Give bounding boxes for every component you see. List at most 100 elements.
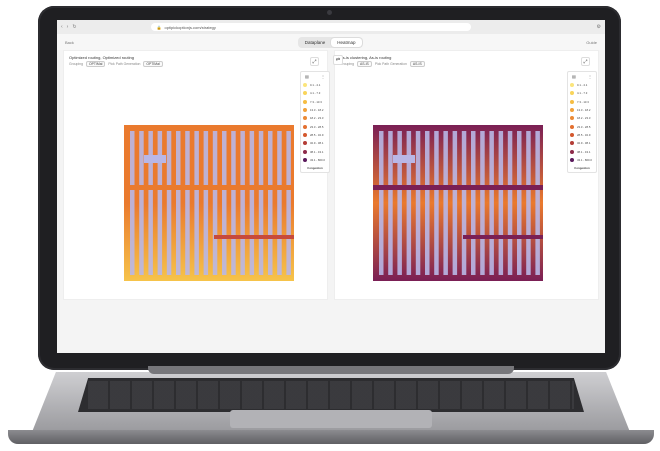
more-icon[interactable]: ⋮ (321, 74, 325, 79)
rack-aisle (203, 131, 209, 275)
legend-item: 7.3 - 13.3 (570, 98, 594, 106)
pick-path-select[interactable]: AS-IS (409, 61, 425, 67)
legend-label: 4.1 - 7.3 (310, 91, 321, 96)
legend-label: 28.5 - 32.9 (577, 132, 591, 137)
legend-item: 23.3 - 28.5 (570, 122, 594, 130)
legend-label: 13.3 - 18.2 (310, 108, 324, 113)
legend-swatch (303, 91, 307, 96)
legend-item: 0.1 - 4.1 (303, 81, 327, 89)
legend-label: 0.1 - 4.1 (577, 83, 588, 88)
legend-item: 28.5 - 32.9 (570, 131, 594, 139)
legend-swatch (303, 99, 307, 104)
legend-item: 23.3 - 28.5 (303, 122, 327, 130)
legend-swatch (570, 157, 574, 162)
legend-item: 0.1 - 4.1 (570, 81, 594, 89)
legend-label: 28.5 - 32.9 (310, 132, 324, 137)
rack-aisle (397, 131, 402, 275)
legend-label: 7.3 - 13.3 (577, 99, 589, 104)
cross-aisle (214, 235, 294, 239)
address-bar[interactable]: 🔒 optipickoptionjs.com/strategy (150, 23, 471, 31)
legend-swatch (303, 124, 307, 129)
rack-aisle (498, 131, 504, 275)
url-text: optipickoptionjs.com/strategy (164, 24, 216, 30)
expand-icon[interactable]: ⤢ (310, 57, 319, 66)
trackpad (230, 410, 432, 428)
legend-item: 18.2 - 23.3 (570, 114, 594, 122)
legend-swatch (303, 116, 307, 121)
legend-item: 32.9 - 38.1 (570, 139, 594, 147)
expand-icon[interactable]: ⤢ (581, 57, 590, 66)
zone-block (144, 155, 166, 163)
legend-swatch (570, 116, 574, 121)
heatmap-right (373, 125, 543, 281)
legend-label: 38.1 - 43.1 (310, 149, 324, 154)
page-footer-space (57, 320, 605, 353)
legend-label: 32.9 - 38.1 (577, 141, 591, 146)
legend: ▤ ⋮ 0.1 - 4.1 4.1 - 7.3 7.3 - 13.3 13.3 - 18… (567, 71, 597, 173)
swap-icon[interactable]: ⇄ (333, 55, 343, 65)
hinge (148, 366, 514, 374)
legend-label: 18.2 - 23.3 (310, 116, 324, 121)
rack-aisle (176, 131, 181, 275)
legend-title: Congestion (307, 165, 323, 170)
legend-title: Congestion (574, 165, 590, 170)
legend-swatch (303, 132, 307, 137)
rack-aisle (185, 131, 190, 275)
settings-icon[interactable]: ⚙ (597, 24, 601, 30)
rack-aisle (139, 131, 144, 275)
legend-item: 32.9 - 38.1 (303, 139, 327, 147)
guide-link[interactable]: Guide (586, 40, 597, 45)
rack-aisle (471, 131, 476, 275)
tab-heatmap[interactable]: Heatmap (331, 37, 362, 47)
legend-label: 13.3 - 18.2 (577, 108, 591, 113)
rack-aisle (148, 131, 153, 275)
more-icon[interactable]: ⋮ (588, 74, 592, 79)
reload-icon[interactable]: ↻ (72, 24, 76, 30)
left-panel: Optimized routing, Optimized routing Gro… (63, 50, 330, 338)
rack-aisle (166, 131, 172, 275)
legend-item: 28.5 - 32.9 (303, 131, 327, 139)
laptop: ‹ › ↻ 🔒 optipickoptionjs.com/strategy ⚙ … (0, 0, 660, 451)
legend-swatch (303, 157, 307, 162)
rack-aisle (258, 131, 264, 275)
view-tabs: Dataplane Heatmap (297, 36, 363, 48)
legend-label: 43.1 - 800.0 (310, 157, 325, 162)
legend-item: 38.1 - 43.1 (570, 147, 594, 155)
rack-aisle (240, 131, 245, 275)
rack-aisle (194, 131, 199, 275)
legend-label: 23.3 - 28.5 (310, 124, 324, 129)
layers-icon[interactable]: ▤ (572, 74, 576, 79)
rack-aisle (268, 131, 273, 275)
grouping-select[interactable]: AS-IS (356, 61, 372, 67)
legend-swatch (570, 124, 574, 129)
tab-dataplane[interactable]: Dataplane (299, 38, 332, 47)
cross-aisle (463, 235, 543, 239)
rack-aisle (517, 131, 522, 275)
rack-aisle (231, 131, 236, 275)
legend-swatch (570, 141, 574, 146)
legend-label: 0.1 - 4.1 (310, 83, 321, 88)
layers-icon[interactable]: ▤ (305, 74, 309, 79)
legend-swatch (570, 83, 574, 88)
grouping-select[interactable]: OPTIMal (85, 61, 106, 67)
panel-title: As-is clustering, As-is routing (340, 55, 392, 60)
legend-label: 4.1 - 7.3 (577, 91, 588, 96)
filter-label: Pick Path Generation (374, 62, 407, 66)
legend-swatch (570, 132, 574, 137)
rack-aisle (526, 131, 531, 275)
rack-aisle (388, 131, 393, 275)
back-link[interactable]: Back (65, 40, 74, 45)
legend-label: 32.9 - 38.1 (310, 141, 324, 146)
rack-aisle (461, 131, 467, 275)
rack-aisle (212, 131, 218, 275)
pick-path-select[interactable]: OPTIMal (143, 61, 163, 67)
rack-aisle (157, 131, 163, 275)
filter-label: Grouping (69, 62, 83, 66)
screen: ‹ › ↻ 🔒 optipickoptionjs.com/strategy ⚙ … (57, 20, 605, 353)
legend-item: 4.1 - 7.3 (570, 89, 594, 97)
rack-aisle (489, 131, 494, 275)
legend-swatch (303, 108, 307, 113)
back-icon[interactable]: ‹ (61, 24, 63, 30)
rack-aisle (452, 131, 458, 275)
forward-icon[interactable]: › (67, 24, 69, 30)
